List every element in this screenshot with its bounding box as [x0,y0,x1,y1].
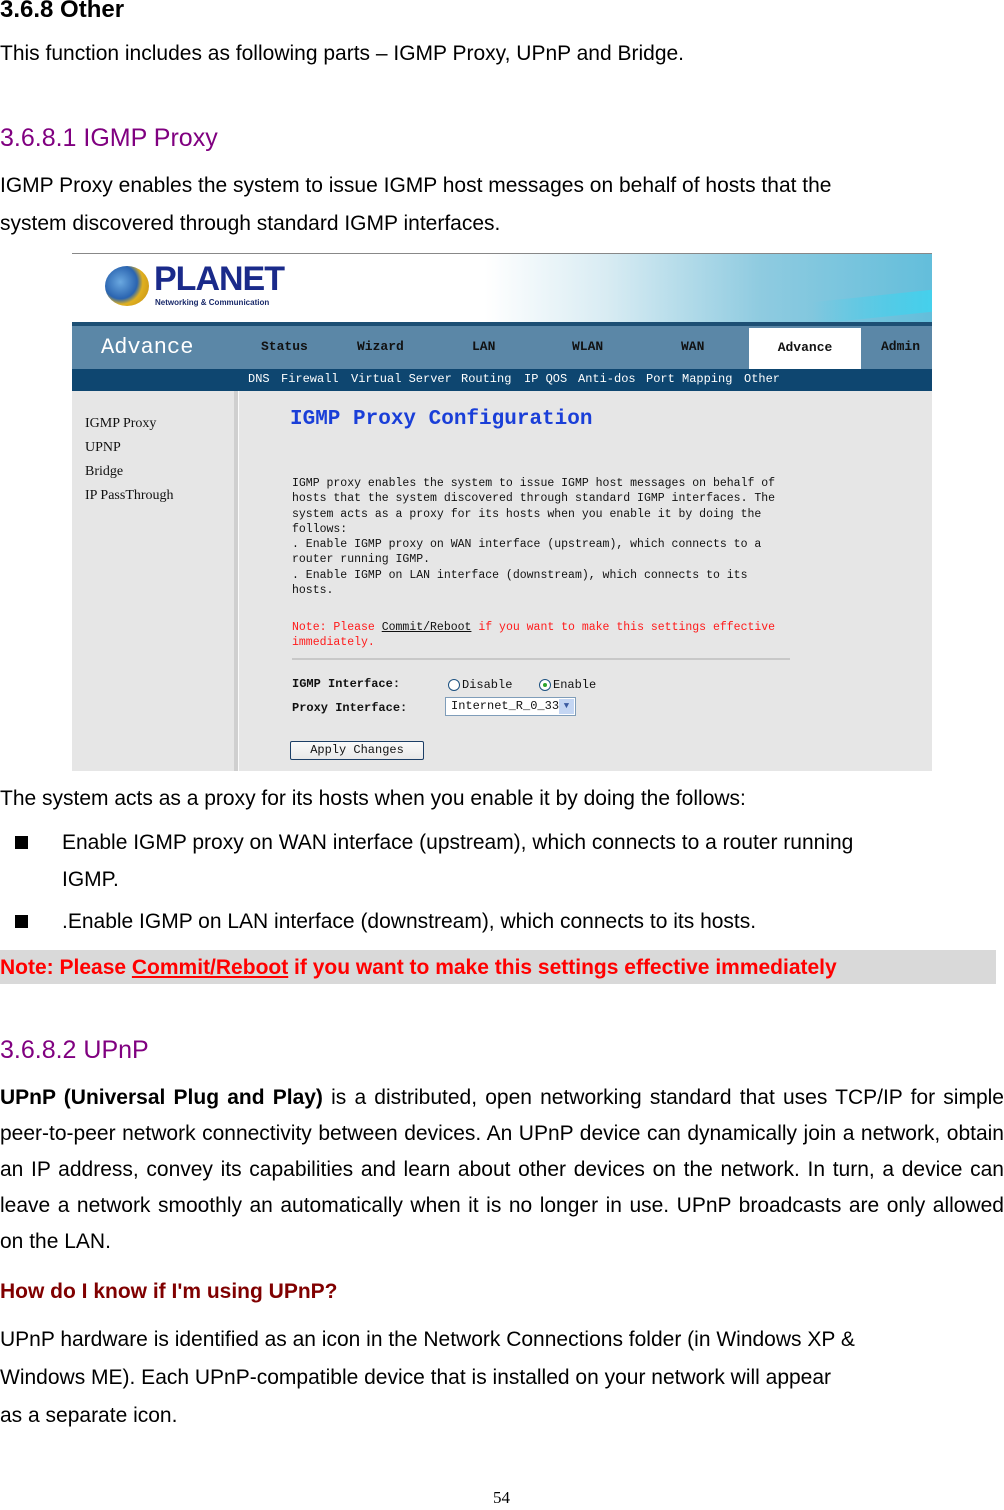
igmp-interface-label: IGMP Interface: [292,677,401,691]
side-igmp-proxy[interactable]: IGMP Proxy [85,416,156,432]
igmp-heading: 3.6.8.1 IGMP Proxy [0,124,218,152]
section-heading: 3.6.8 Other [0,0,125,23]
subnav-ip-qos[interactable]: IP QOS [524,372,567,386]
bullet-square-icon [15,915,28,928]
upnp-answer-line3: as a separate icon. [0,1404,178,1427]
bullet-1-line1: Enable IGMP proxy on WAN interface (upst… [62,831,854,854]
bullet-square-icon [15,836,28,849]
page-number: 54 [493,1488,510,1507]
nav-lan[interactable]: LAN [472,339,495,354]
nav-title: Advance [101,335,194,360]
banner-glow [812,289,932,325]
radio-enable-icon[interactable] [539,679,551,691]
config-note-prefix: Note: Please [292,621,382,634]
config-note: Note: Please Commit/Reboot if you want t… [292,620,775,650]
planet-globe-icon [105,266,149,306]
upnp-answer-line2: Windows ME). Each UPnP-compatible device… [0,1366,832,1389]
igmp-desc-line1: IGMP Proxy enables the system to issue I… [0,174,832,197]
note-commit-reboot-link[interactable]: Commit/Reboot [132,956,288,979]
bullet-2-line1: .Enable IGMP on LAN interface (downstrea… [62,910,757,933]
logo-brand: PLANET [154,260,285,298]
proxy-interface-value: Internet_R_0_33 [451,699,560,713]
config-panel: IGMP Proxy Configuration IGMP proxy enab… [238,391,932,771]
subnav-virtual-server[interactable]: Virtual Server [351,372,452,386]
chevron-down-icon[interactable]: ▼ [559,699,574,714]
note-prefix: Note: Please [0,956,132,979]
side-bridge[interactable]: Bridge [85,464,123,480]
config-title: IGMP Proxy Configuration [290,408,593,431]
upnp-answer-line1: UPnP hardware is identified as an icon i… [0,1328,855,1351]
nav-advance[interactable]: Advance [749,328,861,369]
upnp-heading: 3.6.8.2 UPnP [0,1036,149,1064]
upnp-paragraph: UPnP (Universal Plug and Play) is a dist… [0,1080,1004,1260]
section-intro: This function includes as following part… [0,42,685,65]
subnav-dns[interactable]: DNS [248,372,270,386]
subnav-anti-dos[interactable]: Anti-dos [578,372,636,386]
nav-wizard[interactable]: Wizard [357,339,404,354]
upnp-question: How do I know if I'm using UPnP? [0,1280,338,1303]
subnav-routing[interactable]: Routing [461,372,511,386]
banner: PLANET Networking & Communication [72,254,932,325]
main-nav: Advance Status Wizard LAN WLAN WAN Advan… [72,322,932,369]
radio-enable[interactable]: Enable [539,678,596,692]
subnav-firewall[interactable]: Firewall [281,372,339,386]
side-ip-passthrough[interactable]: IP PassThrough [85,488,174,504]
nav-wlan[interactable]: WLAN [572,339,603,354]
note-suffix: if you want to make this settings effect… [288,956,837,979]
subnav-other[interactable]: Other [744,372,780,386]
radio-disable-icon[interactable] [448,679,460,691]
logo-tagline: Networking & Communication [155,298,270,307]
igmp-desc-line2: system discovered through standard IGMP … [0,212,501,235]
follow-text: The system acts as a proxy for its hosts… [0,787,746,810]
sub-nav: DNS Firewall Virtual Server Routing IP Q… [72,369,932,391]
subnav-port-mapping[interactable]: Port Mapping [646,372,732,386]
radio-disable-label: Disable [462,678,513,692]
nav-admin[interactable]: Admin [881,339,920,354]
radio-disable[interactable]: Disable [448,678,512,692]
radio-enable-label: Enable [553,678,597,692]
commit-reboot-link[interactable]: Commit/Reboot [382,621,472,634]
apply-changes-button[interactable]: Apply Changes [290,741,424,760]
nav-status[interactable]: Status [261,339,308,354]
note-banner: Note: Please Commit/Reboot if you want t… [0,950,996,984]
config-description: IGMP proxy enables the system to issue I… [292,477,776,598]
proxy-interface-select[interactable]: Internet_R_0_33 ▼ [445,697,576,716]
side-upnp[interactable]: UPNP [85,440,121,456]
divider [292,658,790,660]
proxy-interface-label: Proxy Interface: [292,701,408,715]
upnp-paragraph-text: is a distributed, open networking standa… [0,1086,1004,1253]
router-ui-screenshot: PLANET Networking & Communication Advanc… [72,253,932,771]
bullet-1-line2: IGMP. [62,868,119,891]
nav-wan[interactable]: WAN [681,339,704,354]
upnp-bold-lead: UPnP (Universal Plug and Play) [0,1086,323,1109]
side-menu: IGMP Proxy UPNP Bridge IP PassThrough [72,391,238,771]
